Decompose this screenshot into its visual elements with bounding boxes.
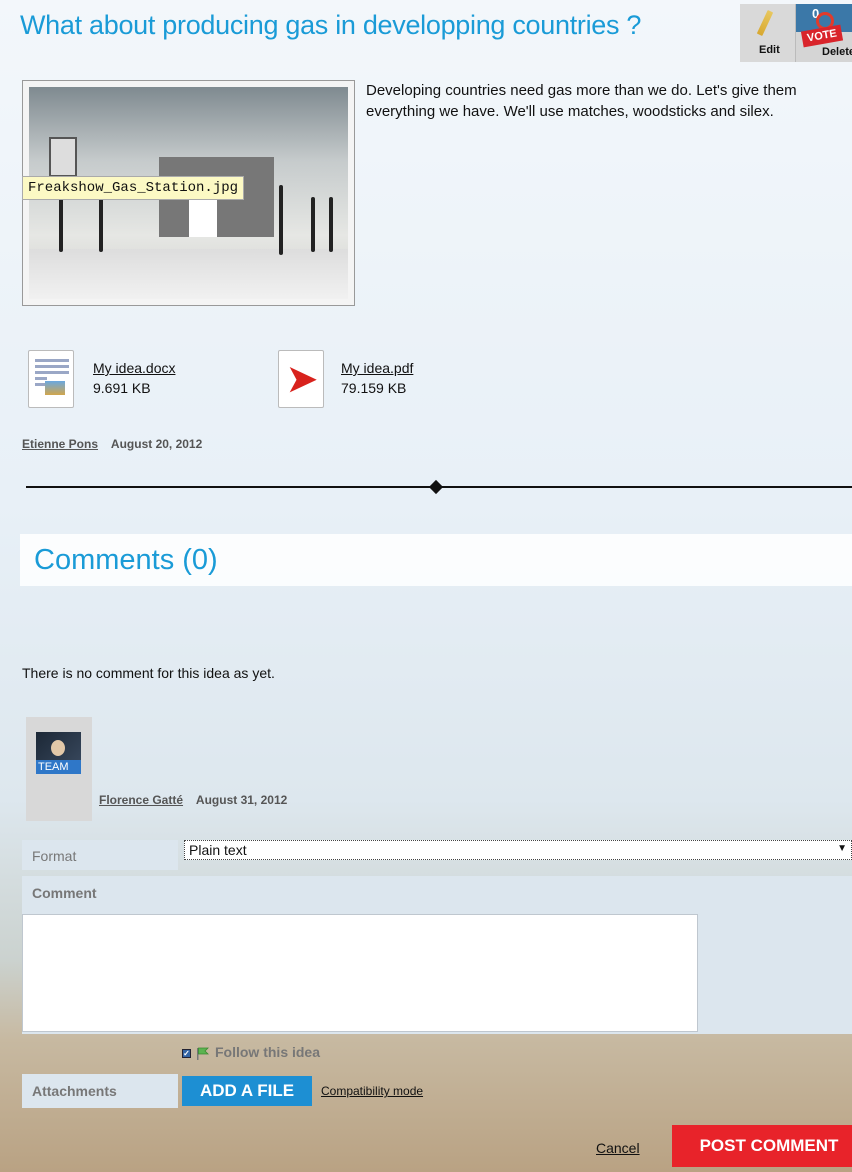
pencil-icon xyxy=(756,9,774,37)
comment-panel: Comment xyxy=(22,876,852,1034)
format-row: Format Plain text ▼ xyxy=(22,840,852,870)
attachment-size: 9.691 KB xyxy=(93,380,151,396)
comment-textarea[interactable] xyxy=(22,914,698,1032)
vote-delete-button[interactable]: 0 VOTE Delete xyxy=(796,4,852,62)
commenter-byline: Florence Gatté August 31, 2012 xyxy=(99,793,287,807)
format-selected-value: Plain text xyxy=(189,842,247,858)
comments-heading: Comments (0) xyxy=(20,534,852,586)
idea-description: Developing countries need gas more than … xyxy=(366,82,797,120)
follow-label: Follow this idea xyxy=(215,1044,321,1060)
edit-button[interactable]: Edit xyxy=(740,4,796,62)
author-link[interactable]: Etienne Pons xyxy=(22,437,98,451)
idea-action-bar: Edit 0 VOTE Delete xyxy=(740,4,852,64)
post-comment-button[interactable]: POST COMMENT xyxy=(672,1125,852,1167)
attachment-link[interactable]: My idea.docx xyxy=(93,360,175,376)
follow-toggle[interactable]: ✓ Follow this idea xyxy=(182,1044,320,1061)
cancel-link[interactable]: Cancel xyxy=(596,1140,640,1156)
empty-comments-message: There is no comment for this idea as yet… xyxy=(22,665,275,681)
post-date: August 20, 2012 xyxy=(110,437,203,451)
divider-ornament xyxy=(428,479,444,495)
add-file-button[interactable]: ADD A FILE xyxy=(182,1076,312,1106)
commenter-avatar-panel: TEAM xyxy=(26,717,92,821)
gas-sign-graphic xyxy=(49,137,77,177)
pdf-document-icon: ➤ xyxy=(278,350,324,408)
image-filename-tooltip: Freakshow_Gas_Station.jpg xyxy=(22,176,245,200)
format-select[interactable]: Plain text ▼ xyxy=(184,840,852,860)
compatibility-mode-link[interactable]: Compatibility mode xyxy=(321,1084,423,1098)
delete-label: Delete xyxy=(822,46,852,58)
avatar: TEAM xyxy=(36,732,81,774)
follow-checkbox[interactable]: ✓ xyxy=(182,1048,191,1058)
attachments-row: Attachments ADD A FILE Compatibility mod… xyxy=(22,1074,852,1108)
attachment-size: 79.159 KB xyxy=(341,380,407,396)
format-label: Format xyxy=(22,840,178,870)
attachment-item[interactable]: ➤ My idea.pdf 79.159 KB xyxy=(278,350,518,412)
follow-flag-icon xyxy=(197,1047,209,1061)
commenter-link[interactable]: Florence Gatté xyxy=(99,793,183,807)
attachment-item[interactable]: My idea.docx 9.691 KB xyxy=(28,350,268,412)
comment-label: Comment xyxy=(32,885,97,901)
comment-date: August 31, 2012 xyxy=(195,793,288,807)
dropdown-arrow-icon: ▼ xyxy=(837,843,847,854)
attachments-label: Attachments xyxy=(22,1074,178,1108)
attachment-link[interactable]: My idea.pdf xyxy=(341,360,413,376)
idea-byline: Etienne Pons August 20, 2012 xyxy=(22,437,202,451)
idea-title: What about producing gas in developping … xyxy=(20,10,642,40)
team-badge: TEAM xyxy=(36,760,81,774)
edit-label: Edit xyxy=(759,44,780,56)
word-document-icon xyxy=(28,350,74,408)
